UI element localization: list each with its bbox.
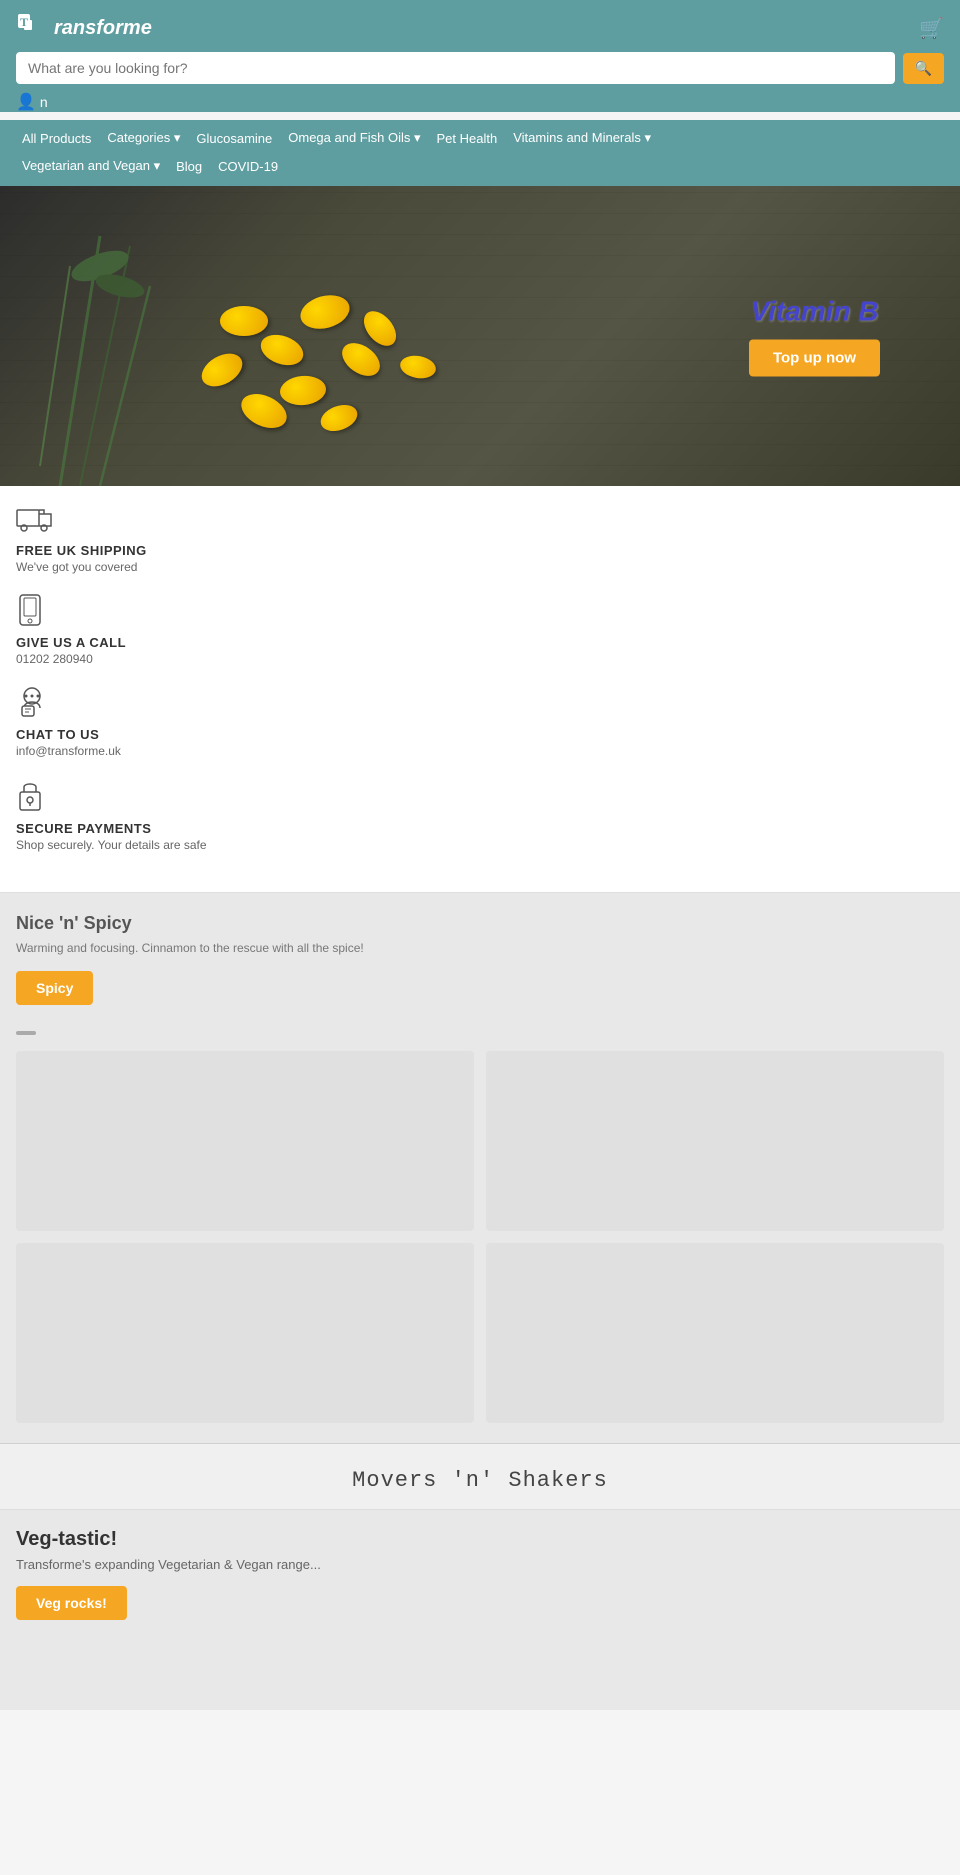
info-call: GIVE US A CALL 01202 280940	[16, 594, 944, 666]
nav-item-all-products[interactable]: All Products	[16, 127, 97, 150]
svg-text:T: T	[20, 15, 28, 29]
chat-icon	[16, 686, 944, 723]
product-card-2[interactable]	[486, 1051, 944, 1231]
veg-title: Veg-tastic!	[16, 1528, 944, 1551]
product-grid	[16, 1051, 944, 1423]
nav-item-vitamins[interactable]: Vitamins and Minerals ▾	[507, 126, 657, 150]
lock-icon	[16, 778, 944, 817]
nav-item-covid[interactable]: COVID-19	[212, 155, 284, 178]
nav-item-blog[interactable]: Blog	[170, 155, 208, 178]
call-title: GIVE US A CALL	[16, 635, 944, 650]
info-chat: CHAT TO US info@transforme.uk	[16, 686, 944, 758]
search-input[interactable]	[16, 52, 895, 84]
phone-icon	[16, 594, 944, 631]
chat-text: info@transforme.uk	[16, 744, 944, 758]
shipping-title: FREE UK SHIPPING	[16, 543, 944, 558]
promo-spicy-section: Nice 'n' Spicy Warming and focusing. Cin…	[0, 893, 960, 1444]
promo-divider	[16, 1031, 36, 1035]
user-row: 👤 n	[16, 92, 944, 112]
call-text: 01202 280940	[16, 652, 944, 666]
nav: All Products Categories ▾ Glucosamine Om…	[0, 120, 960, 186]
search-row: 🔍	[16, 52, 944, 84]
product-card-4[interactable]	[486, 1243, 944, 1423]
hero-cta-button[interactable]: Top up now	[749, 340, 880, 377]
veg-button[interactable]: Veg rocks!	[16, 1586, 127, 1620]
info-payments: SECURE PAYMENTS Shop securely. Your deta…	[16, 778, 944, 852]
plant-decoration	[0, 186, 200, 486]
nav-item-vegetarian[interactable]: Vegetarian and Vegan ▾	[16, 154, 166, 178]
movers-section: Movers 'n' Shakers	[0, 1444, 960, 1510]
movers-title: Movers 'n' Shakers	[16, 1468, 944, 1493]
shipping-icon	[16, 506, 944, 539]
info-shipping: FREE UK SHIPPING We've got you covered	[16, 506, 944, 574]
pill-decoration	[220, 306, 268, 336]
logo-text: ransforme	[54, 17, 152, 40]
payments-title: SECURE PAYMENTS	[16, 821, 944, 836]
nav-item-categories[interactable]: Categories ▾	[101, 126, 186, 150]
cart-icon[interactable]: 🛒	[919, 16, 944, 41]
nav-row-2: Vegetarian and Vegan ▾ Blog COVID-19	[16, 154, 944, 178]
logo-row: T ransforme 🛒	[16, 12, 944, 44]
hero-banner: Vitamin B Top up now	[0, 186, 960, 486]
product-card-1[interactable]	[16, 1051, 474, 1231]
product-card-3[interactable]	[16, 1243, 474, 1423]
veg-section: Veg-tastic! Transforme's expanding Veget…	[0, 1510, 960, 1710]
nav-item-omega[interactable]: Omega and Fish Oils ▾	[282, 126, 426, 150]
user-label[interactable]: n	[40, 94, 48, 110]
payments-text: Shop securely. Your details are safe	[16, 838, 944, 852]
hero-title: Vitamin B	[749, 296, 880, 328]
chat-title: CHAT TO US	[16, 727, 944, 742]
nav-item-glucosamine[interactable]: Glucosamine	[190, 127, 278, 150]
nav-row: All Products Categories ▾ Glucosamine Om…	[16, 126, 944, 150]
promo-spicy-button[interactable]: Spicy	[16, 971, 93, 1005]
promo-spicy-title: Nice 'n' Spicy	[16, 913, 944, 934]
hero-content: Vitamin B Top up now	[749, 296, 880, 377]
header: T ransforme 🛒 🔍 👤 n	[0, 0, 960, 112]
search-button[interactable]: 🔍	[903, 53, 944, 84]
nav-item-pet-health[interactable]: Pet Health	[431, 127, 504, 150]
logo-icon: T	[16, 12, 48, 44]
promo-spicy-desc: Warming and focusing. Cinnamon to the re…	[16, 940, 944, 957]
shipping-text: We've got you covered	[16, 560, 944, 574]
user-icon: 👤	[16, 92, 36, 112]
info-section: FREE UK SHIPPING We've got you covered G…	[0, 486, 960, 893]
logo[interactable]: T ransforme	[16, 12, 152, 44]
veg-desc: Transforme's expanding Vegetarian & Vega…	[16, 1557, 944, 1572]
